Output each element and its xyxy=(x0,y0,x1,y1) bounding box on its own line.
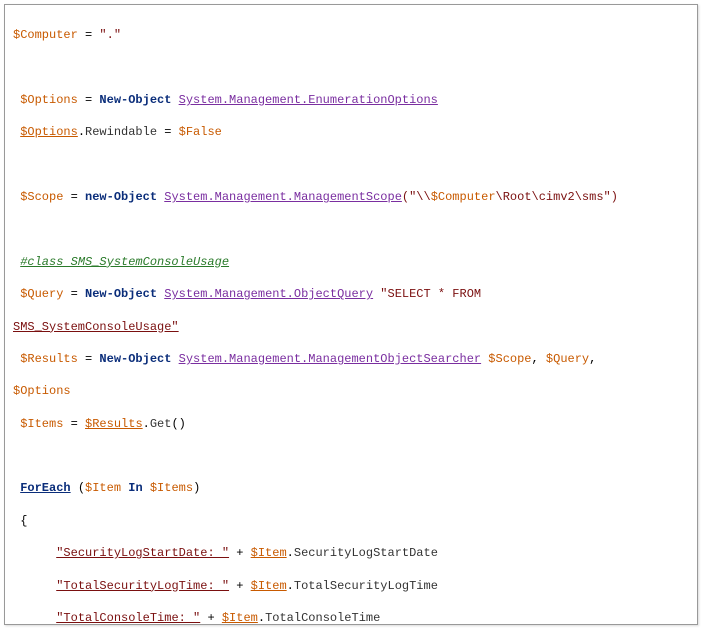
var-items: $Items xyxy=(150,481,193,495)
code-line: { xyxy=(13,513,689,529)
var-computer: $Computer xyxy=(13,28,78,42)
mem-rewindable: Rewindable xyxy=(85,125,157,139)
class-mscope: System.Management.ManagementScope xyxy=(164,190,402,204)
class-searcher: System.Management.ManagementObjectSearch… xyxy=(179,352,481,366)
kw-newobject: New-Object xyxy=(85,287,157,301)
var-item: $Item xyxy=(251,579,287,593)
var-item: $Item xyxy=(222,611,258,625)
var-items: $Items xyxy=(20,417,63,431)
class-objquery: System.Management.ObjectQuery xyxy=(164,287,373,301)
var-item: $Item xyxy=(251,546,287,560)
op-eq: = xyxy=(78,28,100,42)
str-path-open: ("\\ xyxy=(402,190,431,204)
var-query: $Query xyxy=(20,287,63,301)
var-scope: $Scope xyxy=(20,190,63,204)
var-item: $Item xyxy=(85,481,121,495)
kw-in: In xyxy=(128,481,142,495)
code-line: $Items = $Results.Get() xyxy=(13,416,689,432)
str-select-usage2: SMS_SystemConsoleUsage" xyxy=(13,320,179,334)
lbl-sld: "SecurityLogStartDate: " xyxy=(56,546,229,560)
var-computer: $Computer xyxy=(431,190,496,204)
blank-line xyxy=(13,221,689,237)
var-results: $Results xyxy=(20,352,78,366)
code-line: $Computer = "." xyxy=(13,27,689,43)
kw-newobject: New-Object xyxy=(99,93,171,107)
var-results: $Results xyxy=(85,417,143,431)
code-line: "SecurityLogStartDate: " + $Item.Securit… xyxy=(13,545,689,561)
code-line: $Options.Rewindable = $False xyxy=(13,124,689,140)
class-enumopts: System.Management.EnumerationOptions xyxy=(179,93,438,107)
var-options: $Options xyxy=(20,125,78,139)
var-false: $False xyxy=(179,125,222,139)
code-frame: $Computer = "." $Options = New-Object Sy… xyxy=(4,4,698,625)
comment-usage: #class SMS_SystemConsoleUsage xyxy=(20,255,229,269)
str-select-usage: "SELECT * FROM xyxy=(380,287,488,301)
blank-line xyxy=(13,60,689,76)
code-line: $Options = New-Object System.Management.… xyxy=(13,92,689,108)
code-line: $Query = New-Object System.Management.Ob… xyxy=(13,286,689,302)
mem-tslt: TotalSecurityLogTime xyxy=(294,579,438,593)
mem-tct: TotalConsoleTime xyxy=(265,611,380,625)
code-line: "TotalSecurityLogTime: " + $Item.TotalSe… xyxy=(13,578,689,594)
var-options: $Options xyxy=(20,93,78,107)
kw-foreach: ForEach xyxy=(20,481,70,495)
lbl-tslt: "TotalSecurityLogTime: " xyxy=(56,579,229,593)
code-line: $Scope = new-Object System.Management.Ma… xyxy=(13,189,689,205)
blank-line xyxy=(13,448,689,464)
lbl-tct: "TotalConsoleTime: " xyxy=(56,611,200,625)
code-line: "TotalConsoleTime: " + $Item.TotalConsol… xyxy=(13,610,689,625)
str-path-close: \Root\cimv2\sms") xyxy=(496,190,618,204)
kw-newobject: new-Object xyxy=(85,190,157,204)
code-line: SMS_SystemConsoleUsage" xyxy=(13,319,689,335)
var-scope: $Scope xyxy=(488,352,531,366)
code-line: $Options xyxy=(13,383,689,399)
blank-line xyxy=(13,157,689,173)
kw-newobject: New-Object xyxy=(99,352,171,366)
mem-sld: SecurityLogStartDate xyxy=(294,546,438,560)
code-line: ForEach ($Item In $Items) xyxy=(13,480,689,496)
str-dot: "." xyxy=(99,28,121,42)
var-options: $Options xyxy=(13,384,71,398)
mem-get: Get xyxy=(150,417,172,431)
code-line: $Results = New-Object System.Management.… xyxy=(13,351,689,367)
comment-line: #class SMS_SystemConsoleUsage xyxy=(13,254,689,270)
var-query: $Query xyxy=(546,352,589,366)
